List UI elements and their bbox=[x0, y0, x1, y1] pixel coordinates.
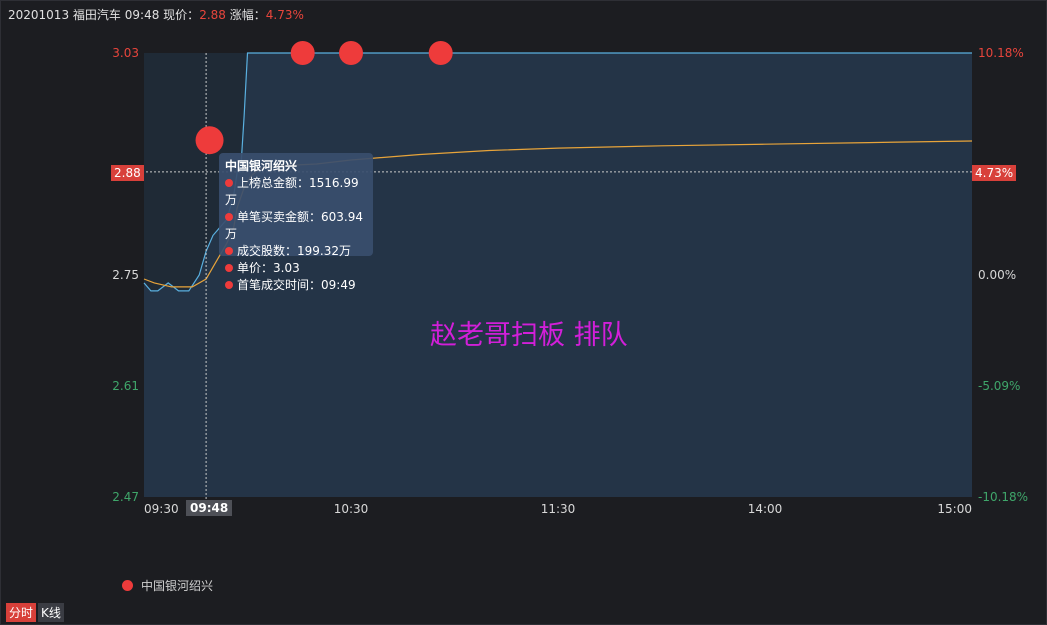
cursor-price-badge: 2.88 bbox=[111, 165, 144, 181]
view-tabs: 分时 K线 bbox=[6, 603, 66, 622]
x-tick: 09:30 bbox=[144, 502, 179, 516]
legend-dot-icon bbox=[122, 580, 133, 591]
y-right-tick: -5.09% bbox=[978, 379, 1020, 393]
legend-label: 中国银河绍兴 bbox=[141, 579, 214, 593]
trade-marker bbox=[428, 41, 453, 65]
trade-marker bbox=[195, 126, 224, 155]
tooltip-line: 单价：3.03 bbox=[225, 260, 367, 277]
y-right-tick: 0.00% bbox=[978, 268, 1016, 282]
tab-intraday[interactable]: 分时 bbox=[6, 603, 37, 622]
tooltip-line: 首笔成交时间：09:49 bbox=[225, 277, 367, 294]
x-tick: 14:00 bbox=[748, 502, 783, 516]
tooltip-dot-icon bbox=[225, 179, 233, 187]
tab-kline[interactable]: K线 bbox=[38, 603, 64, 622]
tooltip-title: 中国银河绍兴 bbox=[225, 159, 298, 173]
tooltip-line: 上榜总金额：1516.99万 bbox=[225, 175, 367, 209]
trade-marker bbox=[290, 41, 315, 65]
y-right-tick: -10.18% bbox=[978, 490, 1028, 504]
x-tick: 15:00 bbox=[937, 502, 972, 516]
watermark-text: 赵老哥扫板 排队 bbox=[430, 320, 628, 351]
tooltip-unit-price: 单价：3.03 bbox=[237, 261, 300, 275]
x-tick: 11:30 bbox=[541, 502, 576, 516]
tooltip-first-time: 首笔成交时间：09:49 bbox=[237, 278, 356, 292]
cursor-time-badge: 09:48 bbox=[186, 500, 233, 516]
tooltip-line: 成交股数：199.32万 bbox=[225, 243, 367, 260]
cursor-pct-badge: 4.73% bbox=[972, 165, 1017, 181]
tooltip-line: 单笔买卖金额：603.94万 bbox=[225, 209, 367, 243]
chart-legend[interactable]: 中国银河绍兴 bbox=[122, 577, 213, 594]
y-left-tick: 3.03 bbox=[112, 46, 139, 60]
tooltip-dot-icon bbox=[225, 247, 233, 255]
tooltip-dot-icon bbox=[225, 281, 233, 289]
y-left-tick: 2.47 bbox=[112, 490, 139, 504]
tooltip-total-amount: 上榜总金额：1516.99万 bbox=[225, 176, 359, 207]
y-left-tick: 2.61 bbox=[112, 379, 139, 393]
x-tick: 10:30 bbox=[334, 502, 369, 516]
trade-marker bbox=[339, 41, 363, 65]
y-right-tick: 10.18% bbox=[978, 46, 1024, 60]
tooltip-dot-icon bbox=[225, 264, 233, 272]
marker-tooltip: 中国银河绍兴 上榜总金额：1516.99万 单笔买卖金额：603.94万 成交股… bbox=[219, 153, 373, 292]
tooltip-shares: 成交股数：199.32万 bbox=[237, 244, 351, 258]
y-left-tick: 2.75 bbox=[112, 268, 139, 282]
tooltip-dot-icon bbox=[225, 213, 233, 221]
tooltip-single-amount: 单笔买卖金额：603.94万 bbox=[225, 210, 363, 241]
